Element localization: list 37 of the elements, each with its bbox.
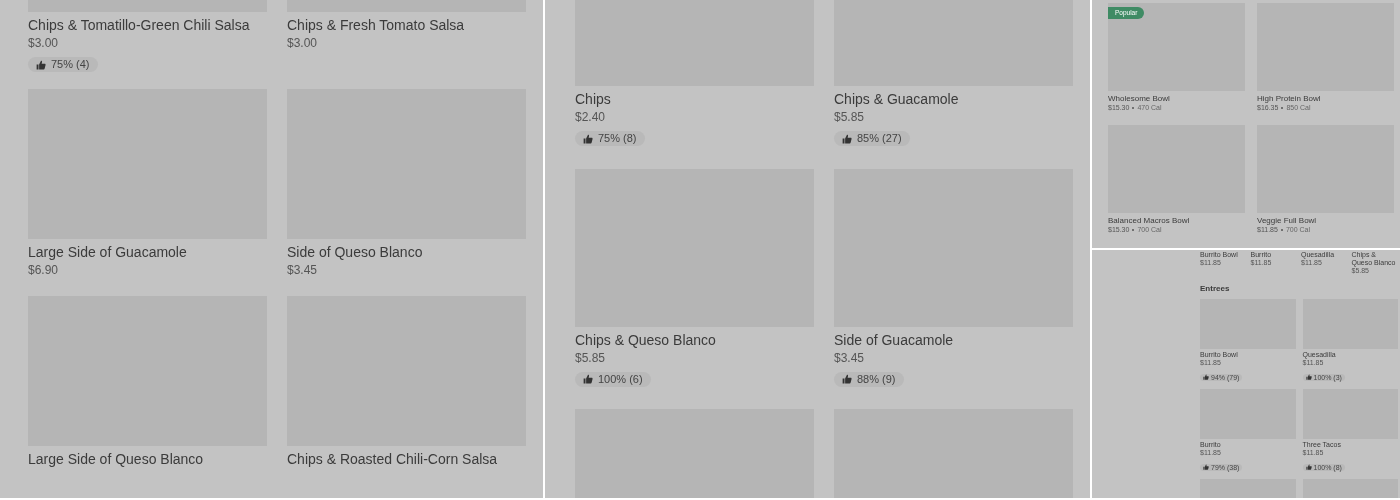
thumbs-up-icon <box>1203 374 1209 380</box>
item-name: Veggie Full Bowl <box>1257 216 1318 225</box>
item-price: $5.85 <box>575 349 607 367</box>
thumbs-up-icon <box>583 374 593 384</box>
item-name: Chips & Roasted Chili-Corn Salsa <box>287 449 499 468</box>
thumbs-up-icon <box>583 133 593 144</box>
rating-pill: 88% (9) <box>834 371 904 387</box>
section-heading: Entrees <box>1200 283 1231 295</box>
rating-pill: 85% (27) <box>834 131 910 146</box>
item-price: $5.85 <box>834 109 866 126</box>
item-name: Side of Guacamole <box>834 330 955 349</box>
item-price: $3.00 <box>287 35 319 52</box>
item-name: Large Side of Queso Blanco <box>28 449 205 468</box>
thumbs-up-icon <box>1203 464 1209 470</box>
item-name: Chips & Queso Blanco <box>575 330 717 349</box>
item-price: $2.40 <box>575 109 607 126</box>
item-name: Wholesome Bowl <box>1108 94 1171 103</box>
item-name: Chips & Fresh Tomato Salsa <box>287 16 466 34</box>
thumbs-up-icon <box>842 133 852 144</box>
thumbs-up-icon <box>842 374 852 384</box>
item-name: Large Side of Guacamole <box>28 242 188 261</box>
item-name: Chips & Tomatillo-Green Chili Salsa <box>28 16 251 34</box>
item-name: High Protein Bowl <box>1257 94 1322 103</box>
item-name: Side of Queso Blanco <box>287 242 424 261</box>
thumbs-up-icon <box>1305 464 1312 470</box>
item-price: $6.90 <box>28 261 60 279</box>
rating-pill: 75% (8) <box>575 131 645 146</box>
item-price: $3.45 <box>287 261 319 279</box>
rating-pill: 100% (6) <box>575 371 651 387</box>
thumbs-up-icon <box>1305 374 1312 380</box>
item-price: $3.45 <box>834 349 866 367</box>
rating-pill: 75% (4) <box>28 57 98 72</box>
item-name: Chips & Guacamole <box>834 90 960 108</box>
item-name: Chips <box>575 90 612 108</box>
thumbs-up-icon <box>36 59 46 70</box>
item-price: $3.00 <box>28 35 60 52</box>
item-name: Balanced Macros Bowl <box>1108 216 1191 225</box>
